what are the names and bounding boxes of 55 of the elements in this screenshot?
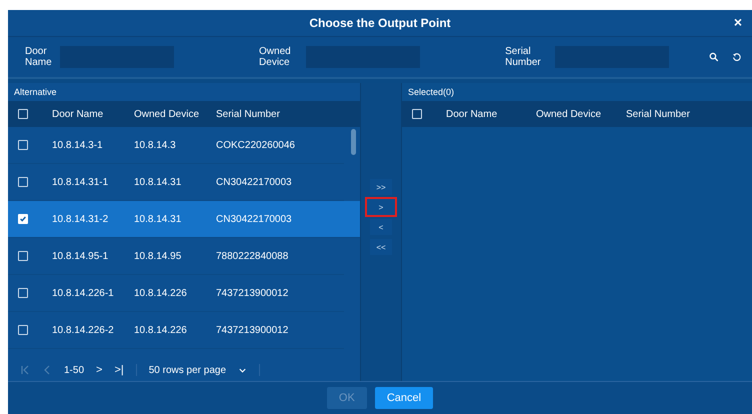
checkbox[interactable] bbox=[18, 251, 28, 261]
table-row[interactable]: 10.8.14.3-1 10.8.14.3 COKC220260046 bbox=[8, 127, 344, 164]
close-button[interactable]: × bbox=[732, 14, 744, 30]
table-cell-text: 10.8.14.31-1 bbox=[52, 176, 110, 188]
table-cell-text: 7880222840088 bbox=[216, 250, 290, 262]
filter-input[interactable] bbox=[554, 46, 669, 68]
table-cell-text: 10.8.14.226 bbox=[134, 324, 188, 336]
table-cell-text: COKC220260046 bbox=[216, 140, 296, 150]
window-title: Choose the Output Point bbox=[309, 16, 451, 30]
panel-title: Alternative bbox=[13, 86, 58, 99]
last-page-button[interactable]: >| bbox=[114, 364, 124, 376]
table-cell-text: 7437213900012 bbox=[216, 288, 290, 298]
table-cell-text: 10.8.14.31 bbox=[134, 214, 182, 224]
filter-input[interactable] bbox=[60, 46, 174, 68]
filter-label: Serial Number bbox=[505, 46, 542, 68]
filter-label: Owned Device bbox=[259, 46, 292, 68]
table-cell-text: 10.8.14.95-1 bbox=[52, 250, 110, 262]
next-page-button[interactable]: > bbox=[96, 364, 102, 376]
checkbox[interactable] bbox=[18, 325, 28, 335]
filter-input[interactable] bbox=[306, 46, 420, 68]
rows-per-page-dropdown[interactable]: 50 rows per page bbox=[148, 364, 226, 376]
column-header: Serial Number bbox=[626, 108, 691, 120]
table-row[interactable]: 10.8.14.226-1 10.8.14.226 7437213900012 bbox=[8, 275, 344, 312]
table-cell-text: CN30422170003 bbox=[216, 176, 293, 188]
table-cell-text: CN30422170003 bbox=[216, 214, 293, 224]
table-cell-text: 10.8.14.95 bbox=[134, 250, 182, 262]
panel-title: Selected(0) bbox=[407, 86, 456, 99]
table-cell-text: 10.8.14.31 bbox=[134, 176, 182, 188]
table-cell-text: 10.8.14.226 bbox=[134, 288, 188, 298]
column-header: Door Name bbox=[52, 108, 104, 120]
transfer-button[interactable]: < bbox=[370, 219, 392, 235]
checkbox[interactable] bbox=[412, 109, 422, 119]
column-header: Owned Device bbox=[536, 108, 602, 120]
transfer-button[interactable]: > bbox=[367, 199, 395, 215]
table-row[interactable]: 10.8.14.226-2 10.8.14.226 7437213900012 bbox=[8, 312, 344, 349]
table-row[interactable]: 10.8.14.95-1 10.8.14.95 7880222840088 bbox=[8, 238, 344, 275]
column-header: Door Name bbox=[446, 108, 498, 120]
column-header: Owned Device bbox=[134, 108, 200, 120]
table-row[interactable]: 10.8.14.31-2 10.8.14.31 CN30422170003 bbox=[8, 201, 360, 238]
table-cell-text: 10.8.14.3-1 bbox=[52, 140, 104, 150]
table-cell-text: 7437213900012 bbox=[216, 324, 290, 336]
scrollbar-thumb[interactable] bbox=[351, 129, 356, 155]
table-cell-text: 10.8.14.226-1 bbox=[52, 288, 115, 298]
checkbox[interactable] bbox=[18, 177, 28, 187]
transfer-button[interactable]: >> bbox=[370, 179, 392, 195]
column-header: Serial Number bbox=[216, 108, 281, 120]
transfer-button[interactable]: << bbox=[370, 239, 392, 255]
checkbox[interactable] bbox=[18, 140, 28, 150]
checkbox[interactable] bbox=[18, 109, 28, 119]
filter-label: Door Name bbox=[25, 46, 53, 68]
table-cell-text: 10.8.14.3 bbox=[134, 140, 177, 150]
page-range: 1-50 bbox=[64, 364, 84, 376]
table-cell-text: 10.8.14.226-2 bbox=[52, 324, 115, 336]
table-cell-text: 10.8.14.31-2 bbox=[52, 214, 110, 224]
checkbox[interactable] bbox=[18, 288, 28, 298]
